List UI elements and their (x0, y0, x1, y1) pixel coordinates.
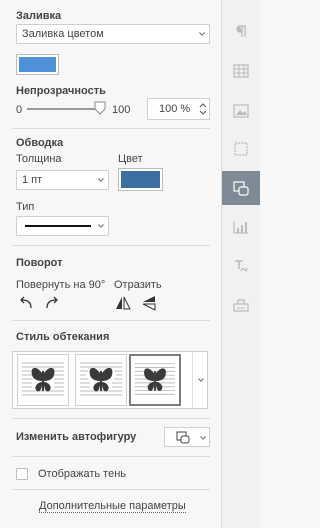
stroke-color-swatch (121, 171, 160, 188)
paragraph-settings-tab[interactable] (222, 14, 260, 48)
stroke-heading: Обводка (16, 137, 64, 149)
shape-settings-tab[interactable] (222, 171, 260, 205)
table-settings-tab[interactable] (222, 54, 260, 88)
shadow-checkbox[interactable] (16, 468, 28, 480)
chart-settings-tab[interactable] (222, 210, 260, 244)
shape-icon (176, 431, 190, 444)
chevron-down-icon (199, 32, 205, 36)
wrap-heading: Стиль обтекания (16, 331, 110, 343)
stroke-size-value: 1 пт (22, 174, 43, 186)
header-footer-icon (234, 142, 248, 156)
wrap-style-through[interactable] (129, 354, 181, 406)
divider (12, 245, 210, 246)
rotation-heading: Поворот (16, 257, 63, 269)
chevron-down-icon (200, 436, 206, 440)
rotate-ccw-icon[interactable] (18, 296, 34, 310)
butterfly-wrap-icon (80, 362, 122, 396)
butterfly-wrap-icon (22, 362, 64, 396)
flip-label: Отразить (114, 279, 162, 291)
divider (12, 456, 210, 457)
divider (12, 320, 210, 321)
fill-type-select[interactable]: Заливка цветом (16, 24, 210, 44)
opacity-value: 100 % (159, 103, 191, 115)
flip-vertical-icon[interactable] (141, 295, 157, 311)
shape-settings-panel: Заливка Заливка цветом Непрозрачность 0 … (0, 0, 222, 528)
chevron-down-icon (98, 224, 104, 228)
divider (12, 489, 210, 490)
wrap-style-square[interactable] (17, 354, 69, 406)
paragraph-icon (236, 25, 246, 37)
fill-color-swatch (19, 57, 56, 72)
flip-horizontal-icon[interactable] (115, 295, 131, 311)
wrap-style-tight[interactable] (75, 354, 127, 406)
rotate-cw-icon[interactable] (44, 296, 60, 310)
signature-settings-tab[interactable] (222, 288, 260, 322)
change-shape-label: Изменить автофигуру (16, 431, 137, 443)
divider (12, 418, 210, 419)
stroke-color-label: Цвет (118, 153, 143, 165)
chevron-down-icon (198, 378, 204, 382)
opacity-max-label: 100 (112, 104, 131, 116)
stroke-type-select[interactable] (16, 216, 109, 236)
image-icon (233, 104, 249, 118)
opacity-slider-track[interactable] (27, 108, 104, 110)
text-art-settings-tab[interactable] (222, 249, 260, 283)
wrap-style-expand-button[interactable] (192, 352, 208, 408)
chart-icon (233, 221, 248, 234)
shape-icon (233, 180, 249, 196)
opacity-min-label: 0 (16, 104, 23, 116)
shadow-label: Отображать тень (38, 468, 127, 480)
table-icon (233, 64, 249, 78)
right-toolbar (222, 0, 260, 528)
image-settings-tab[interactable] (222, 94, 260, 128)
advanced-settings-label: Дополнительные параметры (39, 500, 186, 513)
chevron-down-icon (98, 178, 104, 182)
opacity-slider-thumb[interactable] (94, 101, 106, 115)
solid-line-preview (25, 225, 91, 227)
stroke-color-button[interactable] (118, 168, 163, 191)
change-shape-button[interactable] (164, 427, 210, 447)
divider (12, 128, 210, 129)
fill-type-value: Заливка цветом (22, 28, 104, 40)
opacity-heading: Непрозрачность (16, 85, 106, 97)
opacity-spinner[interactable]: 100 % (147, 98, 210, 120)
advanced-settings-link[interactable]: Дополнительные параметры (39, 500, 186, 513)
fill-heading: Заливка (16, 10, 62, 22)
stroke-size-label: Толщина (16, 153, 62, 165)
stroke-type-label: Тип (16, 201, 35, 213)
text-art-icon (235, 260, 248, 272)
fill-color-button[interactable] (16, 54, 59, 75)
rotate-label: Повернуть на 90° (16, 279, 106, 291)
header-footer-settings-tab[interactable] (222, 132, 260, 166)
spinner-arrows-icon[interactable] (199, 101, 207, 117)
signature-icon (233, 299, 249, 312)
stroke-size-select[interactable]: 1 пт (16, 170, 109, 190)
butterfly-wrap-icon (134, 363, 176, 395)
